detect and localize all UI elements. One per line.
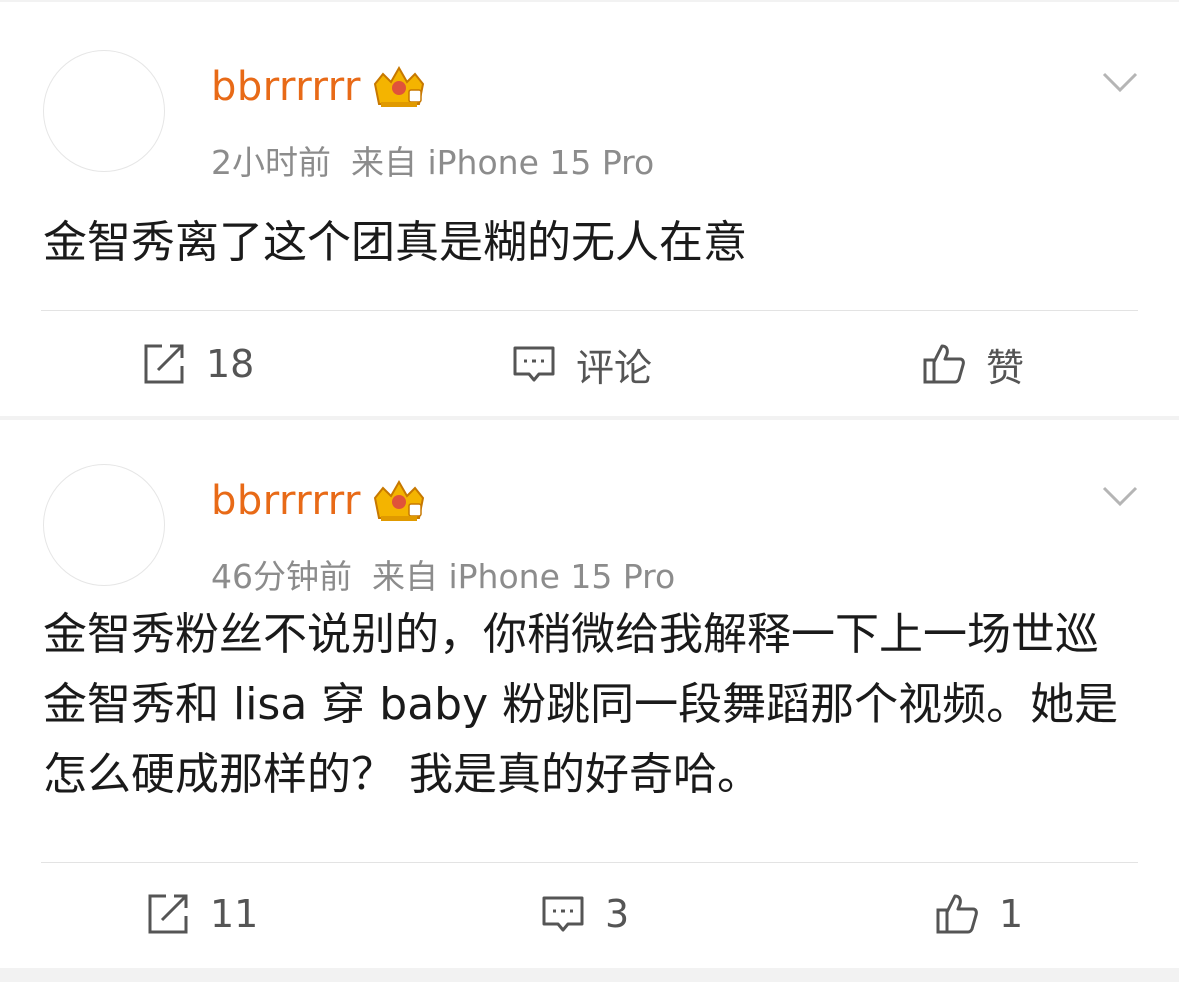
post-content: 金智秀离了这个团真是糊的无人在意 bbox=[43, 217, 747, 268]
post-content: 金智秀粉丝不说别的，你稍微给我解释一下上一场世巡金智秀和 lisa 穿 baby… bbox=[43, 609, 1119, 800]
repost-count: 11 bbox=[210, 892, 259, 936]
post-time: 46分钟前 bbox=[211, 557, 352, 596]
like-label: 赞 bbox=[986, 345, 1025, 390]
comment-button[interactable]: 评论 bbox=[512, 314, 652, 414]
post-meta: 46分钟前 来自 iPhone 15 Pro bbox=[211, 550, 675, 598]
divider bbox=[41, 310, 1138, 311]
crown-badge-icon bbox=[373, 65, 425, 107]
chevron-down-icon[interactable] bbox=[1101, 484, 1139, 508]
thumbs-up-icon bbox=[936, 894, 978, 934]
username[interactable]: bbrrrrrr bbox=[211, 64, 361, 110]
crown-badge-icon bbox=[373, 479, 425, 521]
thumbs-up-icon bbox=[923, 344, 965, 384]
comment-label: 评论 bbox=[576, 345, 653, 390]
like-button[interactable]: 1 bbox=[935, 864, 1023, 964]
post-card[interactable]: bbrrrrrr 46分钟前 来自 iPhone 15 Pro 金智秀粉丝不说别的… bbox=[0, 420, 1179, 968]
repost-icon bbox=[148, 894, 188, 934]
avatar[interactable] bbox=[43, 50, 165, 172]
user-row: bbrrrrrr bbox=[211, 64, 427, 110]
username[interactable]: bbrrrrrr bbox=[211, 478, 361, 524]
post-source: 来自 iPhone 15 Pro bbox=[351, 143, 655, 182]
post-meta: 2小时前 来自 iPhone 15 Pro bbox=[211, 136, 654, 184]
comment-button[interactable]: 3 bbox=[541, 864, 629, 964]
like-button[interactable]: 赞 bbox=[922, 314, 1024, 414]
divider bbox=[41, 862, 1138, 863]
post-time: 2小时前 bbox=[211, 143, 331, 182]
avatar[interactable] bbox=[43, 464, 165, 586]
post-card[interactable]: bbrrrrrr 2小时前 来自 iPhone 15 Pro 金智秀离了这个团真是… bbox=[0, 2, 1179, 416]
action-bar: 18 评论 赞 bbox=[0, 314, 1179, 414]
comment-icon bbox=[542, 896, 584, 932]
like-count: 1 bbox=[999, 892, 1024, 936]
chevron-down-icon[interactable] bbox=[1101, 70, 1139, 94]
comment-count: 3 bbox=[605, 892, 630, 936]
comment-icon bbox=[513, 346, 555, 382]
repost-button[interactable]: 11 bbox=[146, 864, 258, 964]
user-row: bbrrrrrr bbox=[211, 478, 427, 524]
repost-button[interactable]: 18 bbox=[142, 314, 254, 414]
repost-count: 18 bbox=[206, 342, 255, 386]
action-bar: 11 3 1 bbox=[0, 864, 1179, 964]
post-source: 来自 iPhone 15 Pro bbox=[372, 557, 676, 596]
repost-icon bbox=[144, 344, 184, 384]
